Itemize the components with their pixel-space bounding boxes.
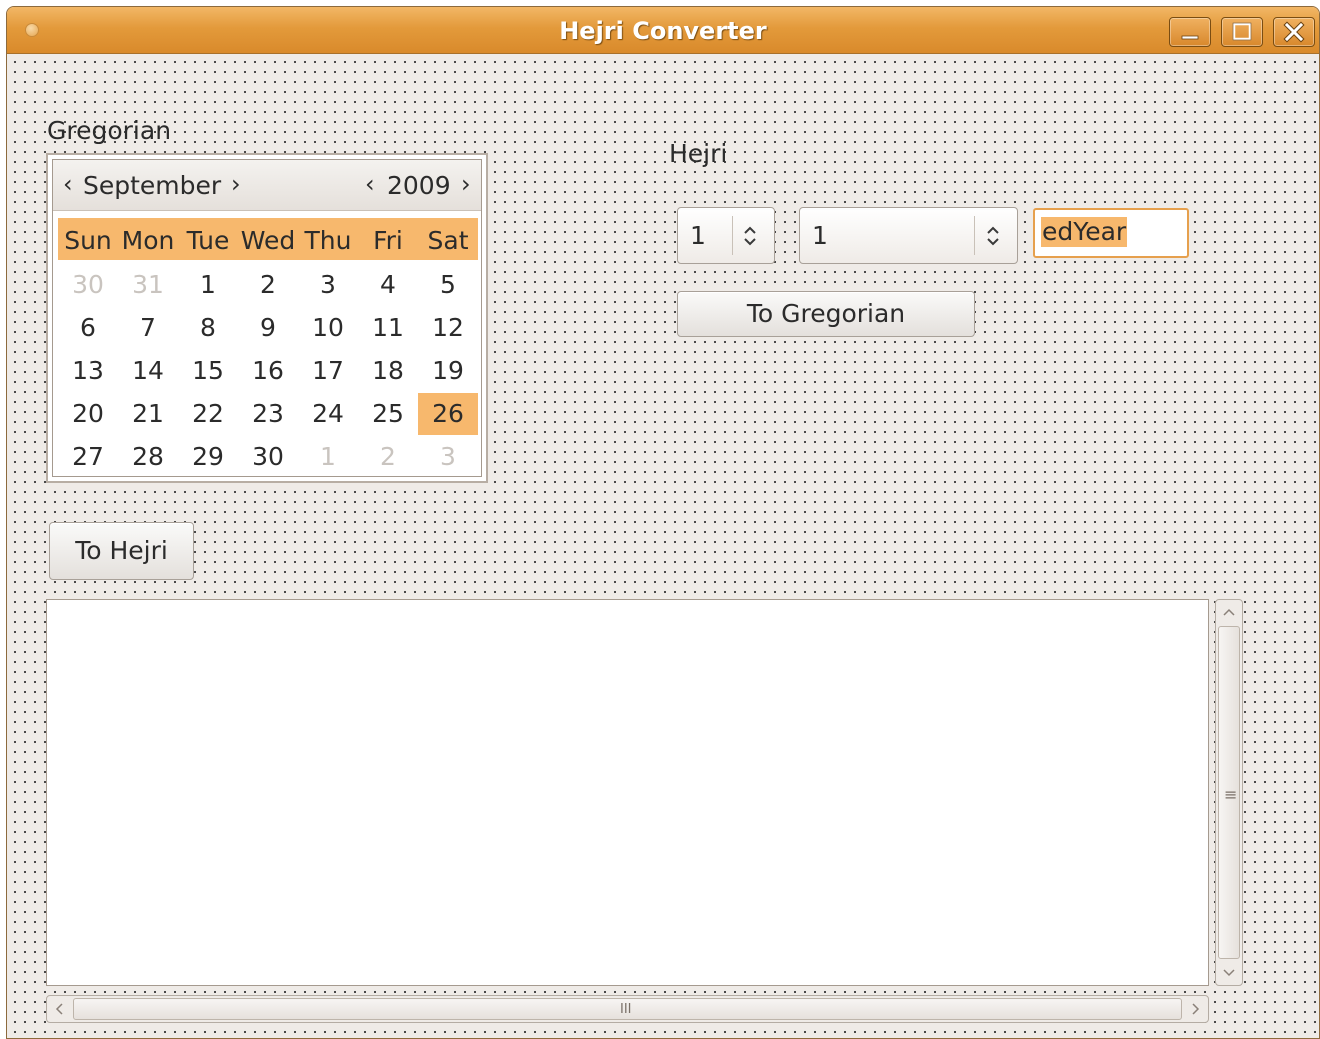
prev-month-button[interactable]: ‹ [63, 170, 73, 198]
minimize-button[interactable] [1169, 17, 1211, 47]
calendar-day[interactable]: 6 [58, 307, 118, 349]
calendar-day[interactable]: 9 [238, 307, 298, 349]
to-gregorian-button[interactable]: To Gregorian [677, 291, 975, 337]
weekday-name: Thu [304, 226, 352, 255]
to-hejri-button[interactable]: To Hejri [49, 522, 194, 580]
hejri-month-spinner[interactable]: 1 [799, 207, 1018, 264]
horizontal-scroll-thumb[interactable]: III [73, 998, 1182, 1020]
next-month-button[interactable]: › [231, 170, 241, 198]
calendar-day[interactable]: 21 [118, 393, 178, 435]
calendar-day[interactable]: 13 [58, 350, 118, 392]
calendar-day[interactable]: 5 [418, 264, 478, 306]
weekday-name: Tue [186, 226, 230, 255]
calendar-day[interactable]: 20 [58, 393, 118, 435]
vertical-scroll-thumb[interactable]: ≡ [1218, 626, 1240, 959]
form-client-area: Gregorian ‹ September › ‹ 2009 › Sun Mon… [7, 54, 1319, 1038]
hejri-day-value[interactable]: 1 [690, 221, 706, 250]
prev-year-button[interactable]: ‹ [365, 170, 375, 198]
gregorian-calendar[interactable]: ‹ September › ‹ 2009 › Sun Mon Tue Wed T… [46, 153, 488, 483]
calendar-day[interactable]: 25 [358, 393, 418, 435]
scroll-grip-icon: III [620, 1002, 632, 1017]
weekday-header-row: Sun Mon Tue Wed Thu Fri Sat [58, 218, 478, 260]
weekday-name: Wed [240, 226, 296, 255]
calendar-month: September [83, 171, 222, 200]
hejri-year-text[interactable]: edYear [1041, 217, 1128, 247]
calendar-day[interactable]: 1 [178, 264, 238, 306]
calendar-day[interactable]: 2 [358, 436, 418, 478]
maximize-icon [1232, 22, 1252, 41]
weekday-name: Sun [64, 226, 112, 255]
title-bar[interactable]: Hejri Converter [7, 7, 1319, 54]
scroll-up-icon[interactable] [1218, 602, 1240, 624]
calendar-day[interactable]: 14 [118, 350, 178, 392]
calendar-day[interactable]: 29 [178, 436, 238, 478]
weekday-name: Sat [427, 226, 469, 255]
calendar-day[interactable]: 3 [298, 264, 358, 306]
vertical-scrollbar[interactable]: ≡ [1215, 599, 1243, 986]
calendar-day[interactable]: 12 [418, 307, 478, 349]
weekday-name: Fri [373, 226, 403, 255]
calendar-day[interactable]: 26 [418, 393, 478, 435]
next-year-button[interactable]: › [461, 170, 471, 198]
hejri-label: Hejri [669, 139, 728, 168]
calendar-day[interactable]: 3 [418, 436, 478, 478]
up-down-icon[interactable] [983, 224, 1003, 248]
scroll-left-icon[interactable] [49, 998, 71, 1020]
calendar-year: 2009 [387, 171, 451, 200]
close-button[interactable] [1273, 17, 1315, 47]
calendar-day[interactable]: 18 [358, 350, 418, 392]
scroll-grip-icon: ≡ [1224, 785, 1238, 804]
horizontal-scrollbar[interactable]: III [46, 995, 1209, 1023]
hejri-month-value[interactable]: 1 [812, 221, 828, 250]
minimize-icon [1181, 35, 1199, 40]
close-icon [1283, 21, 1305, 43]
calendar-day[interactable]: 11 [358, 307, 418, 349]
maximize-button[interactable] [1221, 17, 1263, 47]
calendar-day[interactable]: 7 [118, 307, 178, 349]
gregorian-label: Gregorian [47, 116, 172, 145]
calendar-day[interactable]: 19 [418, 350, 478, 392]
calendar-day[interactable]: 2 [238, 264, 298, 306]
calendar-day[interactable]: 30 [58, 264, 118, 306]
output-memo[interactable] [46, 599, 1209, 986]
spinner-divider [974, 216, 975, 255]
weekday-name: Mon [121, 226, 175, 255]
calendar-day[interactable]: 24 [298, 393, 358, 435]
calendar-day[interactable]: 22 [178, 393, 238, 435]
calendar-day[interactable]: 8 [178, 307, 238, 349]
calendar-day[interactable]: 31 [118, 264, 178, 306]
calendar-day[interactable]: 23 [238, 393, 298, 435]
hejri-day-spinner[interactable]: 1 [677, 207, 775, 264]
scroll-right-icon[interactable] [1184, 998, 1206, 1020]
calendar-day[interactable]: 27 [58, 436, 118, 478]
calendar-day[interactable]: 10 [298, 307, 358, 349]
calendar-day[interactable]: 30 [238, 436, 298, 478]
calendar-day[interactable]: 1 [298, 436, 358, 478]
calendar-day[interactable]: 28 [118, 436, 178, 478]
hejri-year-input[interactable]: edYear [1033, 208, 1189, 258]
up-down-icon[interactable] [740, 224, 760, 248]
calendar-day[interactable]: 17 [298, 350, 358, 392]
scroll-down-icon[interactable] [1218, 961, 1240, 983]
spinner-divider [732, 216, 733, 255]
calendar-day[interactable]: 16 [238, 350, 298, 392]
calendar-header: ‹ September › ‹ 2009 › [53, 160, 481, 211]
calendar-day[interactable]: 15 [178, 350, 238, 392]
calendar-day[interactable]: 4 [358, 264, 418, 306]
calendar-frame: ‹ September › ‹ 2009 › Sun Mon Tue Wed T… [52, 159, 482, 477]
window-title: Hejri Converter [559, 17, 767, 45]
app-window: Hejri Converter Gregorian ‹ September › … [6, 6, 1320, 1039]
